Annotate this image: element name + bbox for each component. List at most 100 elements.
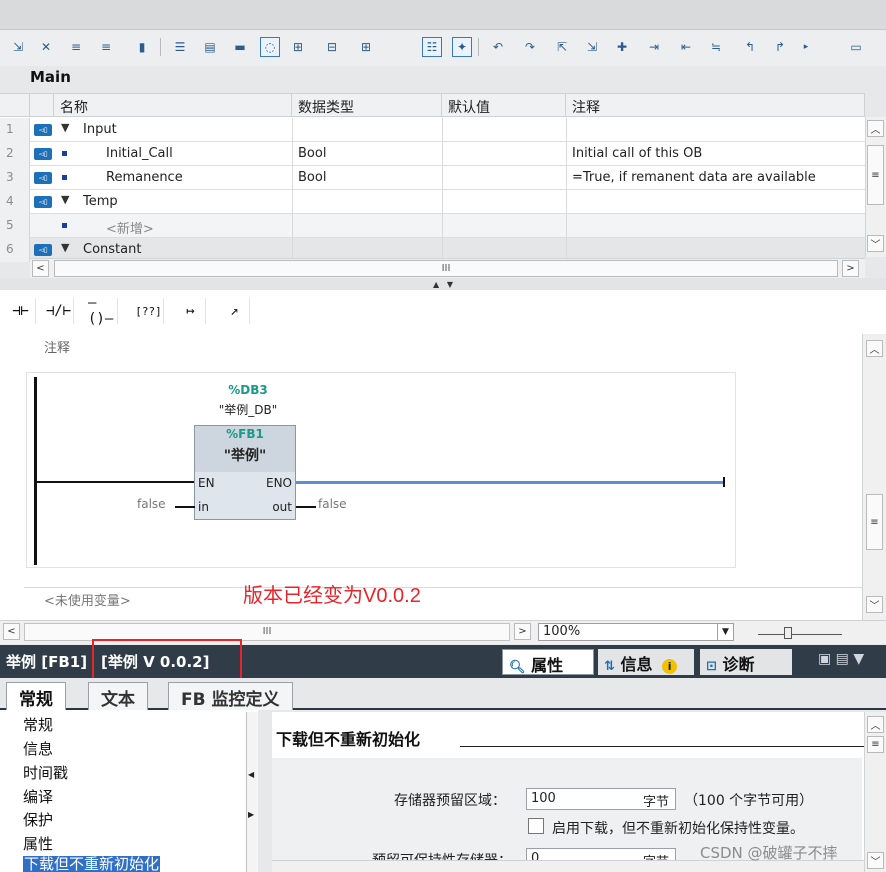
callee-icon[interactable]: ⇱ <box>552 37 572 57</box>
splitter-arrows-icon[interactable]: ▲ ▼ <box>410 280 476 289</box>
scroll-right-icon[interactable]: > <box>514 623 531 640</box>
table-icon[interactable]: ▤ <box>200 37 220 57</box>
scroll-right-icon[interactable]: > <box>842 260 859 277</box>
out-actual-parameter[interactable]: false <box>318 497 347 511</box>
split-icon[interactable]: ▬ <box>230 37 250 57</box>
nc-contact-icon[interactable]: ⊣/⊢ <box>44 298 74 324</box>
open-branch-icon[interactable]: ↦ <box>176 298 206 324</box>
memory-reserve-input[interactable]: 100 字节 <box>526 788 676 810</box>
block-icon[interactable]: ▮ <box>132 37 152 57</box>
in-actual-parameter[interactable]: false <box>137 497 166 511</box>
splitter[interactable]: ▲ ▼ <box>0 278 886 290</box>
zoom-select[interactable]: 100% ▼ <box>538 623 734 641</box>
scroll-thumb[interactable]: III <box>54 260 838 277</box>
tab-info[interactable]: ⇅ 信息 i <box>598 649 694 675</box>
column-header-name[interactable]: 名称 <box>54 94 292 117</box>
scroll-thumb[interactable]: ≡ <box>867 736 884 753</box>
table-row[interactable]: 1 ◅▯ ▼ Input <box>0 118 865 142</box>
scroll-thumb[interactable]: ≡ <box>867 145 884 205</box>
zoom-slider[interactable] <box>758 625 842 639</box>
nav-info[interactable]: 信息 <box>23 738 53 759</box>
scroll-left-icon[interactable]: ◀ <box>248 770 254 779</box>
address-icon[interactable]: ⊞ <box>356 37 376 57</box>
scroll-left-icon[interactable]: < <box>3 623 20 640</box>
dropdown-icon[interactable]: ▼ <box>717 624 733 640</box>
nav-download-without-reinit[interactable]: 下载但不重新初始化 <box>23 856 161 872</box>
column-header-default[interactable]: 默认值 <box>442 94 566 117</box>
scroll-thumb[interactable]: ≡ <box>866 494 883 550</box>
expand-icon[interactable]: ▼ <box>61 121 69 134</box>
row-type: Bool <box>298 170 327 185</box>
instance-db-name[interactable]: "举例_DB" <box>193 401 303 418</box>
scroll-down-icon[interactable]: ﹀ <box>867 852 884 869</box>
column-header-comment[interactable]: 注释 <box>566 94 865 117</box>
comment-icon[interactable]: ◌ <box>260 37 280 57</box>
nav-scrollbar[interactable]: ◀ ▶ <box>246 712 258 872</box>
property-content: 下载但不重新初始化 存储器预留区域： 100 字节 （100 个字节可用） 启用… <box>272 712 886 872</box>
outdent-icon[interactable]: ⇤ <box>676 37 696 57</box>
tab-fb-monitor-definition[interactable]: FB 监控定义 <box>168 682 293 710</box>
monitor-icon[interactable]: ☷ <box>422 37 442 57</box>
align-icon[interactable]: ≒ <box>706 37 726 57</box>
tab-text[interactable]: 文本 <box>88 682 148 710</box>
expand-icon[interactable]: ▼ <box>61 241 69 254</box>
table-row[interactable]: 3 ◅▯ Remanence Bool =True, if remanent d… <box>0 166 865 190</box>
expand-all-icon[interactable]: ⊞ <box>288 37 308 57</box>
nav-compile[interactable]: 编译 <box>23 786 53 807</box>
scroll-down-icon[interactable]: ﹀ <box>866 596 883 613</box>
caller-icon[interactable]: ⇲ <box>582 37 602 57</box>
table-row[interactable]: 5 <新增> <box>0 214 865 238</box>
row-type: Bool <box>298 146 327 161</box>
nav-protection[interactable]: 保护 <box>23 809 53 830</box>
favorites-icon[interactable]: ✦ <box>452 37 472 57</box>
unused-variables-label[interactable]: <未使用变量> <box>44 590 131 609</box>
column-header-type[interactable]: 数据类型 <box>292 94 442 117</box>
insert-network-icon[interactable]: ✚ <box>612 37 632 57</box>
enable-download-checkbox[interactable] <box>528 818 544 834</box>
go-previous-error-icon[interactable]: ↶ <box>488 37 508 57</box>
scroll-right-icon[interactable]: ▶ <box>248 810 254 819</box>
no-contact-icon[interactable]: ⊣⊢ <box>6 298 36 324</box>
interface-horizontal-scrollbar[interactable]: < III > <box>30 258 865 278</box>
nav-timestamp[interactable]: 时间戳 <box>23 762 68 783</box>
close-all-icon[interactable]: ↱ <box>770 37 790 57</box>
collapse-all-icon[interactable]: ⊟ <box>322 37 342 57</box>
list-icon[interactable]: ☰ <box>170 37 190 57</box>
ladder-vertical-scrollbar[interactable]: ︿ ≡ ﹀ <box>862 334 886 620</box>
scroll-down-icon[interactable]: ﹀ <box>867 235 884 252</box>
tab-properties[interactable]: 🔍︎ 属性 <box>502 649 594 675</box>
param-bullet-icon <box>62 175 67 180</box>
content-vertical-scrollbar[interactable]: ︿ ≡ ﹀ <box>864 712 886 872</box>
indent-icon[interactable]: ⇥ <box>644 37 664 57</box>
scroll-left-icon[interactable]: < <box>32 260 49 277</box>
nav-attributes[interactable]: 属性 <box>23 833 53 854</box>
expand-icon[interactable]: ▼ <box>61 193 69 206</box>
insert-row-icon[interactable]: ⇲ <box>8 37 28 57</box>
insert-below-icon[interactable]: ≡ <box>96 37 116 57</box>
layout-icon[interactable]: ▭ <box>846 37 866 57</box>
tab-diagnostics[interactable]: ⊡ 诊断 <box>700 649 792 675</box>
memory-reserve-unit: 字节 <box>642 795 669 810</box>
scroll-up-icon[interactable]: ︿ <box>867 120 884 137</box>
param-bullet-icon <box>62 151 67 156</box>
pane-options-icon[interactable]: ▣ ▤ ▼ <box>818 651 864 667</box>
more-icon[interactable]: ▸ <box>796 37 816 57</box>
insert-above-icon[interactable]: ≡ <box>66 37 86 57</box>
scroll-up-icon[interactable]: ︿ <box>867 716 884 733</box>
network-comment[interactable]: 注释 <box>44 337 70 356</box>
table-row[interactable]: 2 ◅▯ Initial_Call Bool Initial call of t… <box>0 142 865 166</box>
network-1[interactable]: %DB3 "举例_DB" %FB1 "举例" EN ENO in out fal… <box>26 372 736 568</box>
close-branch-icon[interactable]: ↗ <box>220 298 250 324</box>
tab-general[interactable]: 常规 <box>6 682 66 710</box>
table-row[interactable]: 4 ◅▯ ▼ Temp <box>0 190 865 214</box>
coil-icon[interactable]: –()– <box>88 295 118 327</box>
delete-row-icon[interactable]: ✕ <box>36 37 56 57</box>
empty-box-icon[interactable]: [??] <box>134 298 164 324</box>
scroll-up-icon[interactable]: ︿ <box>866 340 883 357</box>
fb-box[interactable]: %FB1 "举例" EN ENO in out <box>194 425 296 520</box>
add-new-row[interactable]: <新增> <box>106 218 154 237</box>
interface-vertical-scrollbar[interactable]: ︿ ≡ ﹀ <box>865 117 886 257</box>
nav-general[interactable]: 常规 <box>23 714 53 735</box>
jump-icon[interactable]: ↰ <box>740 37 760 57</box>
go-next-error-icon[interactable]: ↷ <box>520 37 540 57</box>
